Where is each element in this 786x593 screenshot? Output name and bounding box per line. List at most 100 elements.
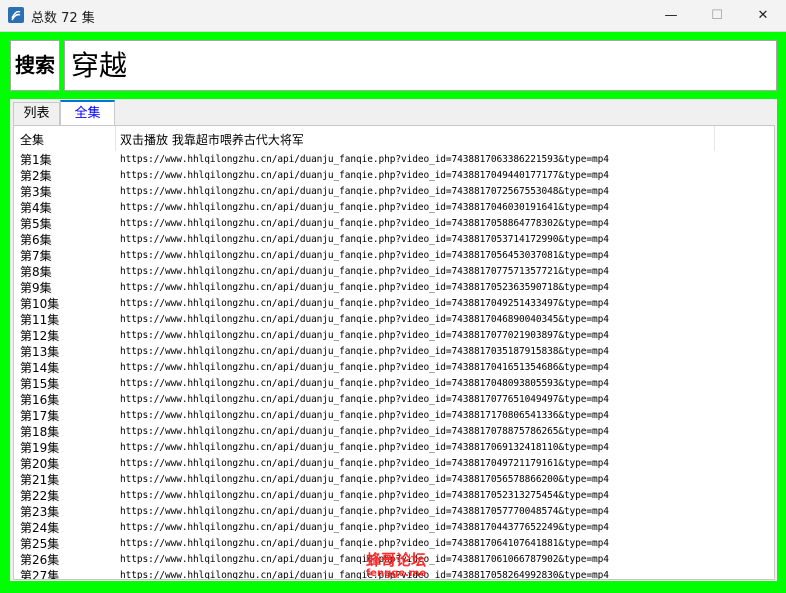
list-item[interactable]: 第11集 https://www.hhlqilongzhu.cn/api/duan…	[14, 312, 774, 328]
list-item[interactable]: 第18集 https://www.hhlqilongzhu.cn/api/duan…	[14, 424, 774, 440]
episode-label: 第5集	[20, 217, 52, 231]
episode-url: https://www.hhlqilongzhu.cn/api/duanju_f…	[120, 442, 609, 453]
maximize-icon: ☐	[711, 8, 723, 23]
episode-label: 第14集	[20, 361, 60, 375]
list-item[interactable]: 第19集 https://www.hhlqilongzhu.cn/api/duan…	[14, 440, 774, 456]
list-item[interactable]: 第5集 https://www.hhlqilongzhu.cn/api/duanj…	[14, 216, 774, 232]
episode-url: https://www.hhlqilongzhu.cn/api/duanju_f…	[120, 218, 609, 229]
episode-url: https://www.hhlqilongzhu.cn/api/duanju_f…	[120, 330, 609, 341]
episode-url: https://www.hhlqilongzhu.cn/api/duanju_f…	[120, 394, 609, 405]
episode-label: 第6集	[20, 233, 52, 247]
window-title: 总数 72 集	[31, 11, 95, 26]
episode-label: 第17集	[20, 409, 60, 423]
list-item[interactable]: 第2集 https://www.hhlqilongzhu.cn/api/duanj…	[14, 168, 774, 184]
app-logo-icon	[8, 7, 24, 23]
episode-label: 第10集	[20, 297, 60, 311]
episode-label: 第8集	[20, 265, 52, 279]
episode-label: 第12集	[20, 329, 60, 343]
episode-url: https://www.hhlqilongzhu.cn/api/duanju_f…	[120, 490, 609, 501]
minimize-icon: —	[664, 8, 678, 23]
episode-label: 第16集	[20, 393, 60, 407]
episode-url: https://www.hhlqilongzhu.cn/api/duanju_f…	[120, 186, 609, 197]
episode-url: https://www.hhlqilongzhu.cn/api/duanju_f…	[120, 522, 609, 533]
episode-url: https://www.hhlqilongzhu.cn/api/duanju_f…	[120, 346, 609, 357]
episode-label: 第9集	[20, 281, 52, 295]
list-rows: 第1集 https://www.hhlqilongzhu.cn/api/duanj…	[14, 152, 774, 580]
episode-label: 第1集	[20, 153, 52, 167]
episode-label: 第15集	[20, 377, 60, 391]
list-item[interactable]: 第10集 https://www.hhlqilongzhu.cn/api/duan…	[14, 296, 774, 312]
list-item[interactable]: 第24集 https://www.hhlqilongzhu.cn/api/duan…	[14, 520, 774, 536]
list-item[interactable]: 第6集 https://www.hhlqilongzhu.cn/api/duanj…	[14, 232, 774, 248]
episode-url: https://www.hhlqilongzhu.cn/api/duanju_f…	[120, 170, 609, 181]
episode-label: 第19集	[20, 441, 60, 455]
list-item[interactable]: 第8集 https://www.hhlqilongzhu.cn/api/duanj…	[14, 264, 774, 280]
maximize-button[interactable]: ☐	[694, 0, 740, 31]
episode-url: https://www.hhlqilongzhu.cn/api/duanju_f…	[120, 458, 609, 469]
list-item[interactable]: 第14集 https://www.hhlqilongzhu.cn/api/duan…	[14, 360, 774, 376]
episode-label: 第21集	[20, 473, 60, 487]
list-item[interactable]: 第9集 https://www.hhlqilongzhu.cn/api/duanj…	[14, 280, 774, 296]
list-item[interactable]: 第25集 https://www.hhlqilongzhu.cn/api/duan…	[14, 536, 774, 552]
watermark-text: 蜂哥论坛	[365, 551, 426, 569]
tab-list[interactable]: 列表	[13, 102, 60, 125]
episode-url: https://www.hhlqilongzhu.cn/api/duanju_f…	[120, 154, 609, 165]
list-item[interactable]: 第13集 https://www.hhlqilongzhu.cn/api/duan…	[14, 344, 774, 360]
episode-label: 第11集	[20, 313, 60, 327]
list-item[interactable]: 第15集 https://www.hhlqilongzhu.cn/api/duan…	[14, 376, 774, 392]
episode-label: 第24集	[20, 521, 60, 535]
watermark-logo: 蜂哥论坛 fengge.me	[358, 552, 434, 584]
episode-url: https://www.hhlqilongzhu.cn/api/duanju_f…	[120, 314, 609, 325]
list-item[interactable]: 第20集 https://www.hhlqilongzhu.cn/api/duan…	[14, 456, 774, 472]
list-item[interactable]: 第12集 https://www.hhlqilongzhu.cn/api/duan…	[14, 328, 774, 344]
episode-url: https://www.hhlqilongzhu.cn/api/duanju_f…	[120, 298, 609, 309]
episode-label: 第22集	[20, 489, 60, 503]
episode-label: 第4集	[20, 201, 52, 215]
episode-label: 第7集	[20, 249, 52, 263]
column-header-episode[interactable]: 全集	[20, 131, 44, 148]
column-divider[interactable]	[714, 126, 715, 151]
list-item[interactable]: 第4集 https://www.hhlqilongzhu.cn/api/duanj…	[14, 200, 774, 216]
list-item[interactable]: 第23集 https://www.hhlqilongzhu.cn/api/duan…	[14, 504, 774, 520]
episode-url: https://www.hhlqilongzhu.cn/api/duanju_f…	[120, 234, 609, 245]
episode-label: 第2集	[20, 169, 52, 183]
episode-url: https://www.hhlqilongzhu.cn/api/duanju_f…	[120, 426, 609, 437]
watermark-subtext: fengge.me	[365, 568, 427, 579]
episode-label: 第25集	[20, 537, 60, 551]
episode-url: https://www.hhlqilongzhu.cn/api/duanju_f…	[120, 538, 609, 549]
episode-url: https://www.hhlqilongzhu.cn/api/duanju_f…	[120, 202, 609, 213]
episode-label: 第3集	[20, 185, 52, 199]
episode-url: https://www.hhlqilongzhu.cn/api/duanju_f…	[120, 410, 609, 421]
episode-label: 第18集	[20, 425, 60, 439]
episode-label: 第20集	[20, 457, 60, 471]
list-item[interactable]: 第7集 https://www.hhlqilongzhu.cn/api/duanj…	[14, 248, 774, 264]
episode-label: 第27集	[20, 569, 60, 580]
title-bar: 总数 72 集 — ☐ ✕	[0, 0, 786, 32]
search-button[interactable]: 搜索	[10, 40, 60, 91]
column-divider[interactable]	[115, 126, 116, 151]
list-item[interactable]: 第21集 https://www.hhlqilongzhu.cn/api/duan…	[14, 472, 774, 488]
tab-all-episodes[interactable]: 全集	[60, 100, 115, 126]
tab-panel: 列表 全集 全集 双击播放 我靠超市喂养古代大将军 第1集 https://www…	[10, 99, 777, 581]
episode-url: https://www.hhlqilongzhu.cn/api/duanju_f…	[120, 282, 609, 293]
close-button[interactable]: ✕	[740, 0, 786, 31]
episode-url: https://www.hhlqilongzhu.cn/api/duanju_f…	[120, 362, 609, 373]
list-item[interactable]: 第16集 https://www.hhlqilongzhu.cn/api/duan…	[14, 392, 774, 408]
episode-url: https://www.hhlqilongzhu.cn/api/duanju_f…	[120, 266, 609, 277]
list-item[interactable]: 第17集 https://www.hhlqilongzhu.cn/api/duan…	[14, 408, 774, 424]
list-item[interactable]: 第1集 https://www.hhlqilongzhu.cn/api/duanj…	[14, 152, 774, 168]
episode-label: 第26集	[20, 553, 60, 567]
minimize-button[interactable]: —	[648, 0, 694, 31]
list-header: 全集 双击播放 我靠超市喂养古代大将军	[14, 126, 774, 152]
column-header-title[interactable]: 双击播放 我靠超市喂养古代大将军	[120, 131, 304, 148]
episode-label: 第13集	[20, 345, 60, 359]
search-input[interactable]: 穿越	[64, 40, 777, 91]
episode-url: https://www.hhlqilongzhu.cn/api/duanju_f…	[120, 378, 609, 389]
list-item[interactable]: 第3集 https://www.hhlqilongzhu.cn/api/duanj…	[14, 184, 774, 200]
episode-list[interactable]: 全集 双击播放 我靠超市喂养古代大将军 第1集 https://www.hhlqi…	[13, 125, 775, 580]
close-icon: ✕	[757, 8, 769, 23]
episode-url: https://www.hhlqilongzhu.cn/api/duanju_f…	[120, 506, 609, 517]
episode-label: 第23集	[20, 505, 60, 519]
episode-url: https://www.hhlqilongzhu.cn/api/duanju_f…	[120, 250, 609, 261]
list-item[interactable]: 第22集 https://www.hhlqilongzhu.cn/api/duan…	[14, 488, 774, 504]
